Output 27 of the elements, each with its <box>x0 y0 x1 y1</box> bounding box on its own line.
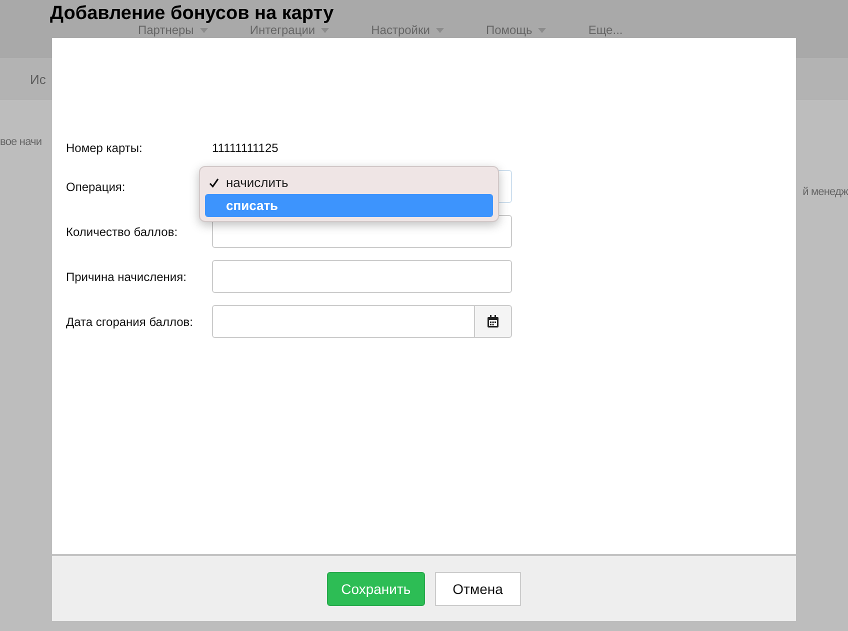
calendar-button[interactable] <box>474 305 512 338</box>
dialog-title: Добавление бонусов на карту <box>50 3 334 25</box>
caret-icon <box>321 28 330 32</box>
nav-item[interactable]: Партнеры <box>138 23 194 37</box>
cancel-button[interactable]: Отмена <box>434 572 521 606</box>
caret-icon <box>436 28 444 32</box>
calendar-icon <box>487 315 499 328</box>
subnav-item[interactable]: Ис <box>30 72 46 86</box>
nav-item[interactable]: Интеграции <box>250 23 316 37</box>
nav-item[interactable]: Настройки <box>371 23 430 37</box>
date-field[interactable] <box>212 305 474 338</box>
page-text: вое начи <box>0 136 42 148</box>
save-button[interactable]: Сохранить <box>327 572 425 606</box>
column-heading: й менедж <box>802 186 848 198</box>
nav-item[interactable]: Еще... <box>588 23 623 37</box>
caret-icon <box>200 28 208 32</box>
field-label: Дата сгорания баллов: <box>66 314 194 328</box>
field-label: Причина начисления: <box>66 270 188 284</box>
field-label: Номер карты: <box>66 141 144 155</box>
card-number: 11111111125 <box>212 141 278 155</box>
field-label: Операция: <box>66 180 126 194</box>
field-label: Количество баллов: <box>66 224 179 238</box>
nav-item[interactable]: Помощь <box>486 23 532 37</box>
caret-icon <box>538 28 546 32</box>
dropdown-option[interactable]: списать <box>205 194 493 217</box>
dropdown-option[interactable]: начислить <box>205 171 493 194</box>
input-field[interactable] <box>212 260 512 293</box>
